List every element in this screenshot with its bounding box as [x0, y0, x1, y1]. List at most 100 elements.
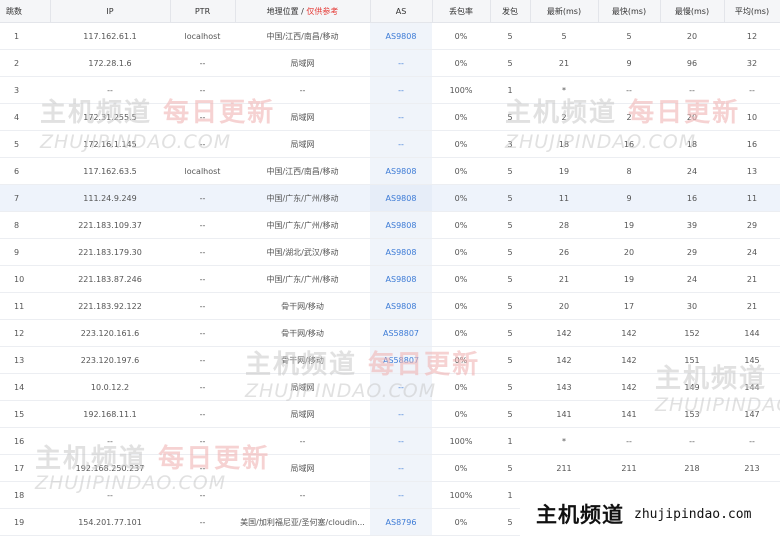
table-row[interactable]: 9 221.183.179.30 -- 中国/湖北/武汉/移动 AS9808 0% 5 26 2… — [0, 238, 780, 266]
cell-best: 141 — [598, 400, 660, 428]
table-row[interactable]: 12 223.120.161.6 -- 骨干网/移动 AS58807 0% 5 142 142 1… — [0, 319, 780, 347]
cell-as: -- — [370, 454, 432, 482]
cell-as[interactable]: AS8796 — [370, 508, 432, 536]
cell-loss: 0% — [432, 508, 490, 536]
cell-worst: 39 — [660, 211, 724, 239]
cell-as[interactable]: AS9808 — [370, 292, 432, 320]
table-row[interactable]: 11 221.183.92.122 -- 骨干网/移动 AS9808 0% 5 20 17 30 2… — [0, 292, 780, 320]
cell-ptr: -- — [170, 319, 235, 347]
cell-as[interactable]: AS9808 — [370, 211, 432, 239]
cell-best: 16 — [598, 130, 660, 158]
cell-ip: 192.168.250.237 — [50, 454, 170, 482]
cell-last: 26 — [530, 238, 598, 266]
col-ptr[interactable]: PTR — [170, 0, 236, 23]
col-sent[interactable]: 发包 — [490, 0, 531, 23]
cell-last: * — [530, 427, 598, 455]
cell-last: 5 — [530, 22, 598, 50]
cell-as[interactable]: AS9808 — [370, 265, 432, 293]
table-row[interactable]: 15 192.168.11.1 -- 局域网 -- 0% 5 141 141 153 147 — [0, 400, 780, 428]
cell-best: 2 — [598, 103, 660, 131]
cell-ptr: localhost — [170, 22, 235, 50]
cell-sent: 5 — [490, 373, 530, 401]
table-row[interactable]: 4 172.31.255.5 -- 局域网 -- 0% 5 2 2 20 10 — [0, 103, 780, 131]
cell-avg: 13 — [724, 157, 780, 185]
cell-hop: 8 — [0, 211, 50, 239]
cell-best: 19 — [598, 265, 660, 293]
cell-as[interactable]: AS9808 — [370, 184, 432, 212]
col-hop[interactable]: 跳数 — [0, 0, 51, 23]
cell-location: 中国/湖北/武汉/移动 — [235, 238, 370, 266]
cell-avg: 24 — [724, 238, 780, 266]
table-row[interactable]: 5 172.16.1.145 -- 局域网 -- 0% 3 18 16 18 16 — [0, 130, 780, 158]
cell-avg: 21 — [724, 265, 780, 293]
table-row[interactable]: 6 117.162.63.5 localhost 中国/江西/南昌/移动 AS9808 0… — [0, 157, 780, 185]
cell-loss: 0% — [432, 319, 490, 347]
cell-hop: 1 — [0, 22, 50, 50]
cell-location: -- — [235, 481, 370, 509]
col-avg[interactable]: 平均(ms) — [724, 0, 780, 23]
cell-as[interactable]: AS58807 — [370, 346, 432, 374]
cell-sent: 5 — [490, 184, 530, 212]
table-row[interactable]: 8 221.183.109.37 -- 中国/广东/广州/移动 AS9808 0% 5 28 1… — [0, 211, 780, 239]
cell-ip: 172.28.1.6 — [50, 49, 170, 77]
cell-hop: 11 — [0, 292, 50, 320]
cell-ptr: -- — [170, 76, 235, 104]
cell-as: -- — [370, 427, 432, 455]
table-row[interactable]: 7 111.24.9.249 -- 中国/广东/广州/移动 AS9808 0% 5 11 9 16… — [0, 184, 780, 212]
cell-ip: 172.16.1.145 — [50, 130, 170, 158]
col-worst[interactable]: 最慢(ms) — [660, 0, 725, 23]
cell-loss: 100% — [432, 76, 490, 104]
table-row[interactable]: 14 10.0.12.2 -- 局域网 -- 0% 5 143 142 149 144 — [0, 373, 780, 401]
cell-sent: 5 — [490, 22, 530, 50]
table-row[interactable]: 16 -- -- -- -- 100% 1 * -- -- -- — [0, 427, 780, 455]
table-row[interactable]: 3 -- -- -- -- 100% 1 * -- -- -- — [0, 76, 780, 104]
col-location[interactable]: 地理位置 / 仅供参考 — [235, 0, 371, 23]
cell-ptr: -- — [170, 265, 235, 293]
col-as[interactable]: AS — [370, 0, 433, 23]
cell-location: 骨干网/移动 — [235, 319, 370, 347]
cell-sent: 5 — [490, 103, 530, 131]
location-note: 仅供参考 — [306, 6, 339, 16]
cell-as[interactable]: AS58807 — [370, 319, 432, 347]
cell-location: 局域网 — [235, 130, 370, 158]
cell-as: -- — [370, 103, 432, 131]
cell-as: -- — [370, 49, 432, 77]
col-best[interactable]: 最快(ms) — [598, 0, 661, 23]
cell-worst: 18 — [660, 130, 724, 158]
cell-hop: 15 — [0, 400, 50, 428]
table-row[interactable]: 2 172.28.1.6 -- 局域网 -- 0% 5 21 9 96 32 — [0, 49, 780, 77]
cell-as[interactable]: AS9808 — [370, 157, 432, 185]
cell-worst: -- — [660, 76, 724, 104]
cell-ptr: -- — [170, 184, 235, 212]
cell-sent: 5 — [490, 265, 530, 293]
cell-ip: 221.183.92.122 — [50, 292, 170, 320]
cell-loss: 0% — [432, 157, 490, 185]
col-ip[interactable]: IP — [50, 0, 171, 23]
cell-ptr: -- — [170, 454, 235, 482]
cell-location: 局域网 — [235, 373, 370, 401]
cell-last: 28 — [530, 211, 598, 239]
cell-as[interactable]: AS9808 — [370, 22, 432, 50]
traceroute-table: 跳数 IP PTR 地理位置 / 仅供参考 AS 丢包率 发包 最新(ms) 最… — [0, 0, 780, 536]
cell-loss: 100% — [432, 427, 490, 455]
cell-avg: 147 — [724, 400, 780, 428]
cell-sent: 5 — [490, 238, 530, 266]
cell-location: 局域网 — [235, 49, 370, 77]
table-row[interactable]: 13 223.120.197.6 -- 骨干网/移动 AS58807 0% 5 142 142 1… — [0, 346, 780, 374]
col-last[interactable]: 最新(ms) — [530, 0, 599, 23]
col-loss[interactable]: 丢包率 — [432, 0, 491, 23]
cell-worst: 24 — [660, 265, 724, 293]
cell-best: 5 — [598, 22, 660, 50]
cell-as[interactable]: AS9808 — [370, 238, 432, 266]
table-row[interactable]: 17 192.168.250.237 -- 局域网 -- 0% 5 211 211 218 213 — [0, 454, 780, 482]
cell-hop: 4 — [0, 103, 50, 131]
cell-location: 局域网 — [235, 400, 370, 428]
cell-as: -- — [370, 481, 432, 509]
cell-hop: 6 — [0, 157, 50, 185]
table-row[interactable]: 1 117.162.61.1 localhost 中国/江西/南昌/移动 AS9808 0… — [0, 22, 780, 50]
cell-sent: 5 — [490, 346, 530, 374]
table-row[interactable]: 10 221.183.87.246 -- 中国/广东/广州/移动 AS9808 0% 5 21… — [0, 265, 780, 293]
cell-last: 143 — [530, 373, 598, 401]
cell-best: 9 — [598, 184, 660, 212]
cell-last: 2 — [530, 103, 598, 131]
